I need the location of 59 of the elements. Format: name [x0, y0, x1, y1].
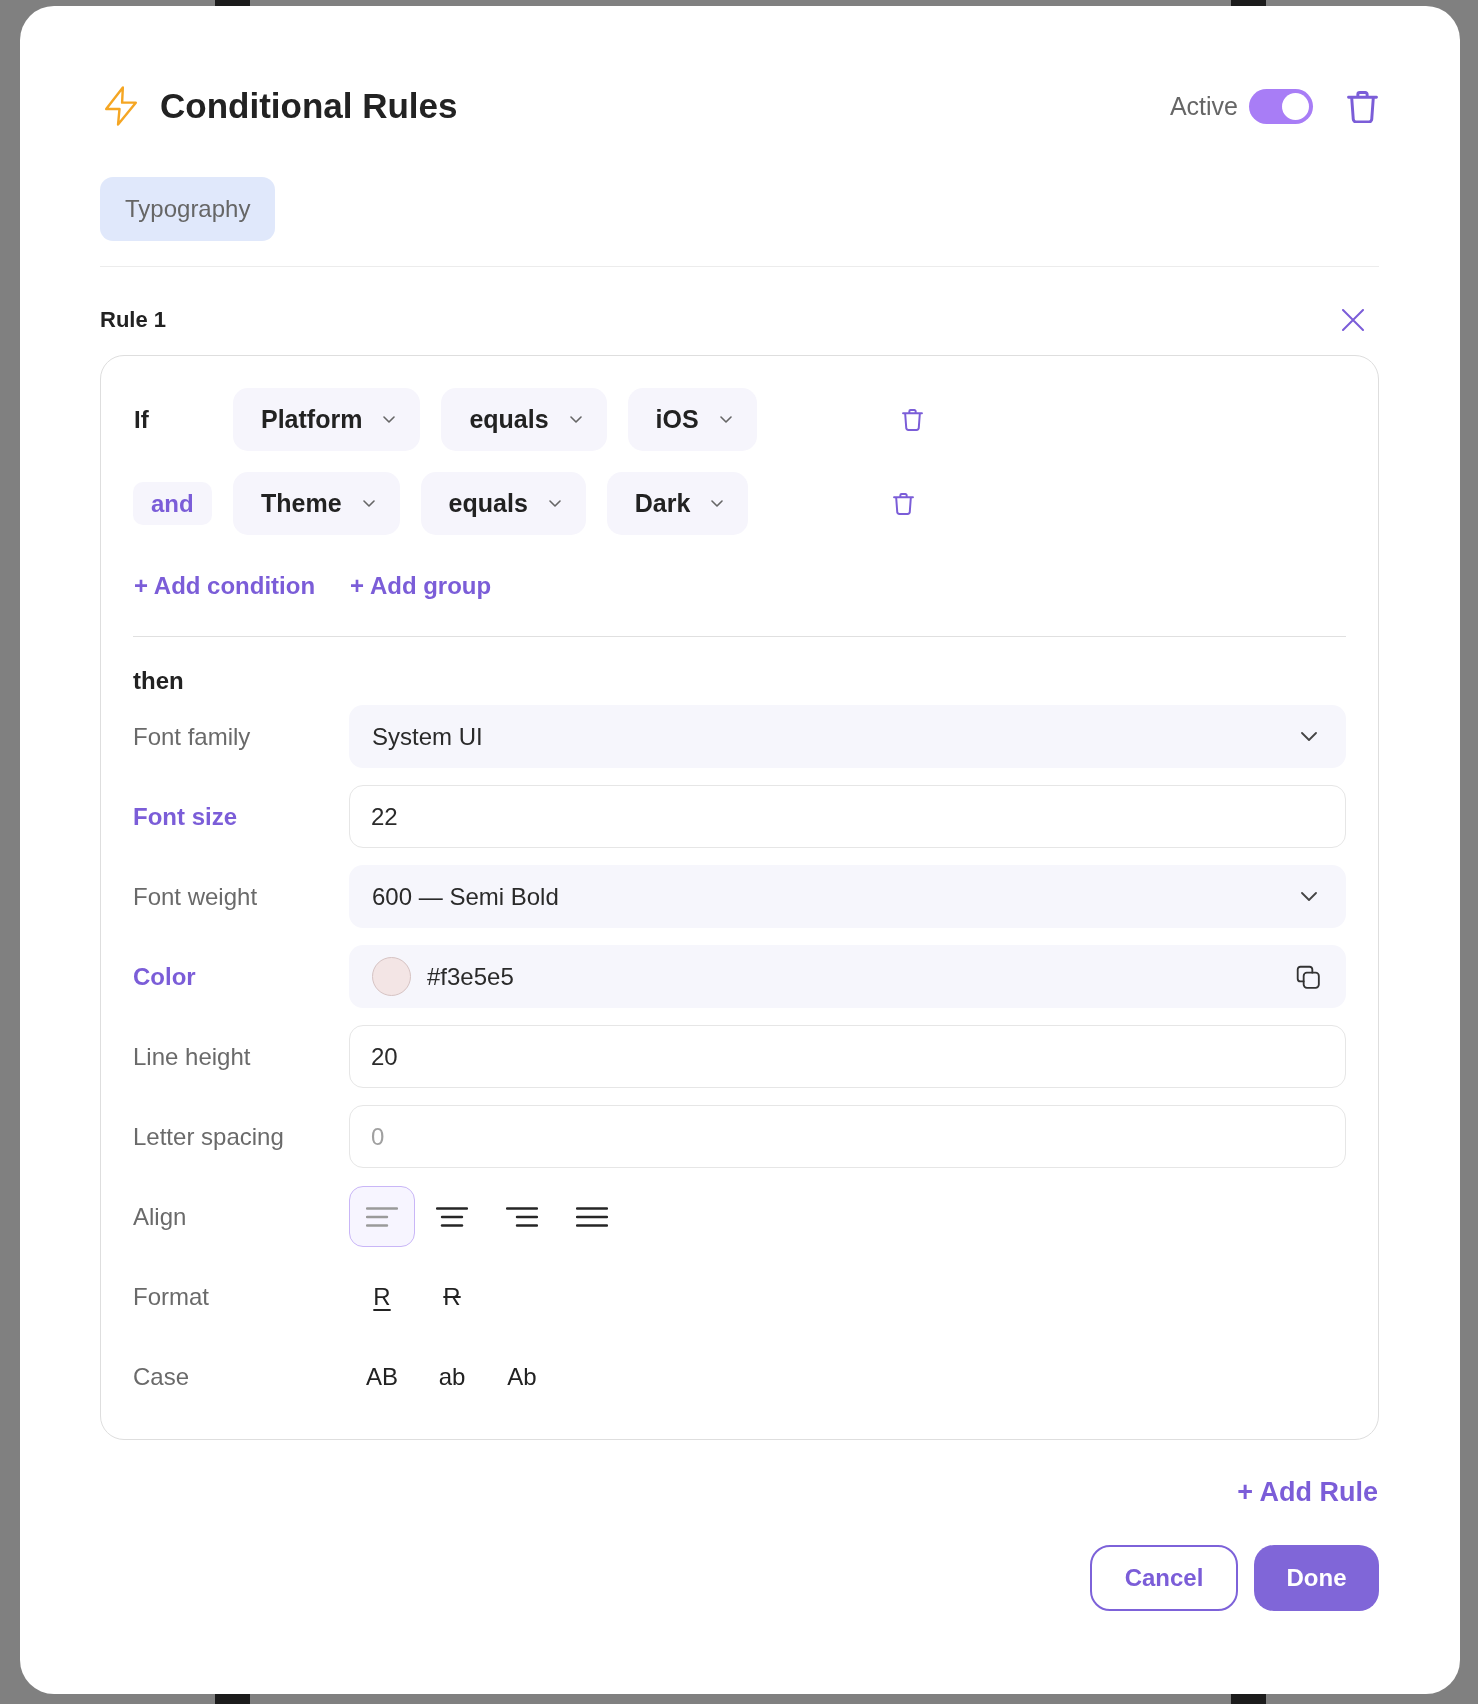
active-toggle[interactable]: [1249, 88, 1313, 124]
property-label: Line height: [133, 1042, 251, 1071]
property-label: Font family: [133, 722, 251, 751]
chevron-down-icon: [548, 500, 561, 507]
chevron-down-icon: [569, 416, 582, 423]
text-input[interactable]: 22: [349, 785, 1346, 848]
value-dropdown[interactable]: iOS: [627, 388, 757, 451]
done-button[interactable]: Done: [1254, 1545, 1379, 1611]
active-label: Active: [1169, 93, 1238, 119]
operator-dropdown[interactable]: equals: [420, 472, 586, 535]
text-case-button[interactable]: AB: [349, 1346, 415, 1407]
underline-button[interactable]: R: [349, 1266, 415, 1327]
close-icon[interactable]: [1342, 309, 1364, 331]
text-input[interactable]: 20: [349, 1025, 1346, 1088]
color-swatch-icon[interactable]: [372, 957, 411, 996]
cancel-button[interactable]: Cancel: [1090, 1545, 1238, 1611]
text-case-button[interactable]: ab: [419, 1346, 485, 1407]
text-input[interactable]: 0: [349, 1105, 1346, 1168]
chevron-down-icon: [1301, 732, 1317, 741]
dialog-title: Conditional Rules: [160, 86, 458, 126]
field-dropdown[interactable]: Platform: [233, 388, 421, 451]
add-rule-link[interactable]: + Add Rule: [1237, 1476, 1378, 1508]
value-dropdown[interactable]: Dark: [606, 472, 749, 535]
then-label: then: [133, 667, 184, 695]
trash-icon[interactable]: [901, 407, 923, 432]
trash-icon[interactable]: [893, 491, 915, 516]
category-chip: Typography: [100, 177, 276, 241]
copy-icon[interactable]: [1295, 963, 1321, 990]
align-left-icon: [366, 1206, 398, 1227]
align-right-icon: [506, 1206, 538, 1227]
operator-dropdown[interactable]: equals: [441, 388, 607, 451]
select-field[interactable]: 600 — Semi Bold: [349, 865, 1346, 928]
property-label: Letter spacing: [133, 1122, 284, 1151]
rule-title: Rule 1: [100, 307, 167, 333]
chevron-down-icon: [362, 500, 375, 507]
chevron-down-icon: [383, 416, 396, 423]
property-label: Color: [133, 962, 196, 991]
align-center-icon: [436, 1206, 468, 1227]
color-value: #f3e5e5: [427, 962, 514, 991]
property-label: Case: [133, 1362, 190, 1391]
add-link[interactable]: + Add group: [350, 572, 492, 600]
condition-keyword: If: [134, 405, 149, 434]
logic-operator-chip[interactable]: and: [133, 482, 212, 525]
property-label: Font size: [133, 802, 237, 831]
color-field[interactable]: #f3e5e5: [349, 945, 1346, 1008]
add-link[interactable]: + Add condition: [134, 572, 316, 600]
trash-icon[interactable]: [1347, 89, 1378, 123]
strikethrough-button[interactable]: R: [419, 1266, 485, 1327]
chevron-down-icon: [711, 500, 724, 507]
chevron-down-icon: [719, 416, 732, 423]
text-case-button[interactable]: Ab: [489, 1346, 555, 1407]
lightning-icon: [104, 86, 138, 126]
select-field[interactable]: System UI: [349, 705, 1346, 768]
align-justify-icon: [576, 1206, 608, 1227]
field-dropdown[interactable]: Theme: [233, 472, 400, 535]
property-label: Format: [133, 1282, 209, 1311]
property-label: Font weight: [133, 882, 258, 911]
property-label: Align: [133, 1202, 187, 1231]
chevron-down-icon: [1301, 892, 1317, 901]
